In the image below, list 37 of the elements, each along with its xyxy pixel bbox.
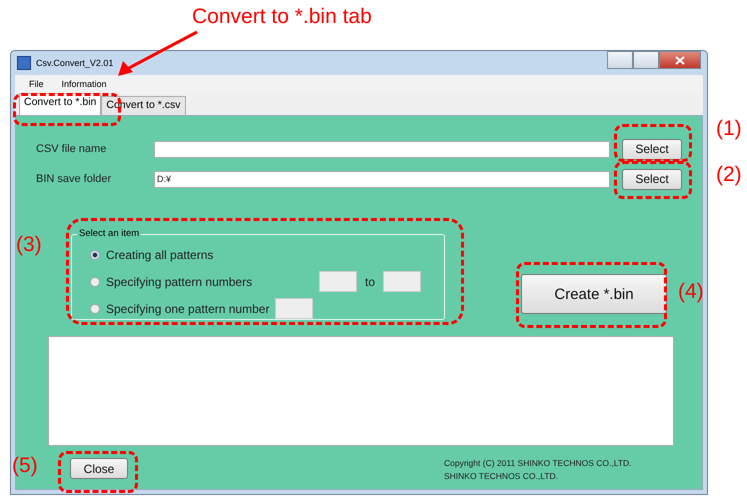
app-icon — [17, 56, 31, 70]
option-label: Specifying one pattern number — [106, 302, 270, 316]
window-title: Csv.Convert_V2.01 — [36, 58, 114, 68]
tab[interactable]: Convert to *.csv — [101, 96, 186, 115]
callout-label: Convert to *.bin tab — [192, 5, 372, 29]
select-button[interactable]: Select — [622, 138, 682, 160]
select-button[interactable]: Select — [622, 168, 682, 190]
radio-button[interactable] — [90, 250, 100, 260]
input-field[interactable]: D:¥ — [154, 170, 610, 188]
maximize-button[interactable] — [633, 51, 659, 69]
radio-button[interactable] — [90, 276, 100, 286]
group-title: Select an item — [77, 228, 142, 239]
callout-number: (2) — [716, 163, 742, 187]
tab[interactable]: Convert to *.bin — [19, 93, 102, 115]
field-label: CSV file name — [36, 143, 108, 155]
callout-number: (3) — [16, 233, 42, 257]
callout-number: (1) — [716, 117, 742, 141]
copyright-text: SHINKO TECHNOS CO.,LTD. — [444, 470, 559, 483]
option-label: Specifying pattern numbers — [106, 274, 254, 288]
callout-number: (5) — [12, 454, 38, 478]
number-field[interactable] — [319, 271, 357, 292]
menu-item[interactable]: File — [29, 79, 44, 90]
menu-item[interactable]: Information — [62, 79, 107, 90]
radio-button[interactable] — [90, 304, 100, 314]
number-field[interactable] — [383, 271, 422, 292]
close-button[interactable]: Close — [70, 458, 128, 479]
close-window-button[interactable] — [659, 51, 701, 69]
callout-number: (4) — [678, 280, 704, 304]
create-button[interactable]: Create *.bin — [521, 274, 667, 314]
minimize-button[interactable] — [607, 51, 633, 69]
input-field[interactable] — [154, 140, 610, 158]
number-field[interactable] — [275, 298, 314, 319]
range-label: to — [365, 274, 376, 288]
option-label: Creating all patterns — [106, 248, 214, 262]
close-icon — [675, 56, 685, 64]
copyright-text: Copyright (C) 2011 SHINKO TECHNOS CO.,LTD. — [444, 457, 632, 470]
field-label: BIN save folder — [36, 173, 112, 185]
